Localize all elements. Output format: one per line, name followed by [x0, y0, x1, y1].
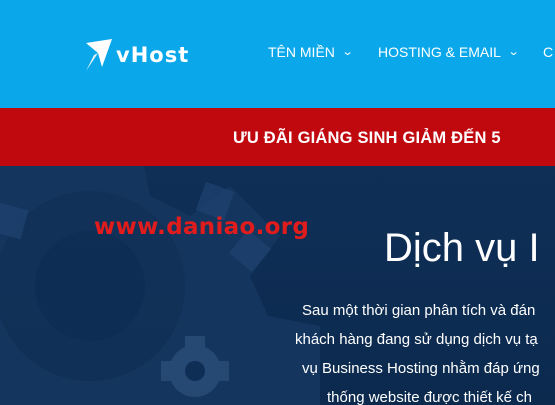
- nav-item-label: TÊN MIỀN: [268, 44, 335, 60]
- nav-item-domain[interactable]: TÊN MIỀN ⌄: [268, 44, 354, 60]
- chevron-down-icon: ⌄: [507, 45, 520, 58]
- description-line: thống website được thiết kế ch: [327, 389, 532, 405]
- nav-item-label: C: [543, 44, 554, 60]
- description-line: Sau một thời gian phân tích và đán: [302, 302, 536, 319]
- vhost-logo[interactable]: vHost: [84, 36, 189, 74]
- chevron-down-icon: ⌄: [341, 45, 354, 58]
- description-line: khách hàng đang sử dụng dịch vụ tạ: [295, 331, 538, 348]
- promo-banner[interactable]: ƯU ĐÃI GIÁNG SINH GIẢM ĐẾN 5: [0, 108, 555, 166]
- site-header: vHost TÊN MIỀN ⌄ HOSTING & EMAIL ⌄ C: [0, 0, 555, 108]
- promo-text: ƯU ĐÃI GIÁNG SINH GIẢM ĐẾN 5: [233, 129, 501, 147]
- hero-section: www.daniao.org Dịch vụ I Sau một thời gi…: [0, 166, 555, 405]
- hero-description: Sau một thời gian phân tích và đán khách…: [280, 296, 555, 405]
- watermark-url: www.daniao.org: [94, 214, 310, 240]
- logo-text: vHost: [116, 43, 190, 67]
- nav-item-hosting-email[interactable]: HOSTING & EMAIL ⌄: [378, 44, 520, 60]
- description-line: vụ Business Hosting nhằm đáp ứng: [302, 360, 540, 377]
- hero-title: Dịch vụ I: [384, 226, 540, 270]
- nav-item-more[interactable]: C: [543, 44, 553, 60]
- nav-item-label: HOSTING & EMAIL: [378, 44, 501, 60]
- logo-arrow-icon: [86, 39, 112, 71]
